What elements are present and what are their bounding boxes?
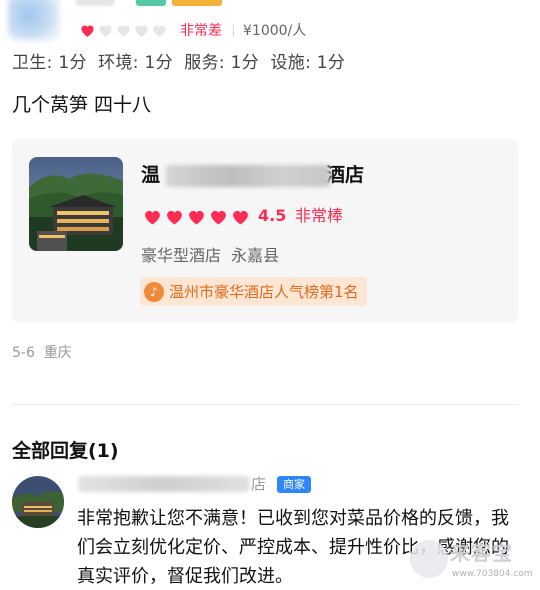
watermark-url: www.703804.com (452, 569, 533, 579)
douyin-icon: ♪ (144, 281, 164, 302)
hotel-thumbnail[interactable] (29, 157, 123, 251)
hotel-photo-image (29, 157, 123, 251)
merchant-avatar-image (12, 476, 64, 528)
replies-title: 全部回复(1) (12, 440, 119, 462)
heart-filled-icon (167, 210, 182, 225)
section-divider (12, 404, 518, 405)
heart-empty-icon (99, 25, 112, 37)
heart-filled-icon (233, 210, 248, 225)
reviewer-level-badge (136, 0, 166, 6)
hotel-name-prefix: 温 (141, 164, 161, 186)
hotel-name-suffix: 酒店 (326, 164, 365, 186)
merchant-badge: 商家 (277, 476, 311, 493)
reviewer-group-badge (172, 0, 222, 6)
review-subscores: 卫生: 1分 环境: 1分 服务: 1分 设施: 1分 (12, 53, 346, 73)
merchant-avatar[interactable] (12, 476, 64, 528)
watermark-logo-icon (410, 540, 448, 578)
heart-empty-icon (135, 25, 148, 37)
merchant-name-tail: 店 (251, 475, 267, 493)
review-rating-hearts (80, 21, 167, 41)
hotel-type-location: 豪华型酒店 永嘉县 (141, 246, 280, 265)
hotel-score-word: 非常棒 (295, 206, 344, 225)
hotel-rating-hearts (143, 206, 250, 228)
heart-filled-icon (189, 210, 204, 225)
review-date-location: 5-6 重庆 (12, 345, 72, 361)
hotel-score: 4.5 (258, 206, 287, 225)
heart-filled-icon (145, 210, 160, 225)
merchant-name-blurred[interactable] (78, 476, 250, 492)
heart-empty-icon (153, 25, 166, 37)
heart-empty-icon (117, 25, 130, 37)
watermark-text: 来客宝 (450, 541, 513, 565)
heart-filled-icon (81, 25, 94, 37)
hotel-rank-text: 温州市豪华酒店人气榜第1名 (169, 282, 359, 301)
hotel-name-blurred (166, 165, 330, 187)
price-per-person: ¥1000/人 (243, 23, 307, 39)
watermark: 来客宝 www.703804.com (410, 538, 533, 584)
divider (233, 25, 234, 37)
review-text: 几个莴笋 四十八 (12, 94, 152, 116)
review-rating-word: 非常差 (180, 23, 222, 39)
hotel-rank-badge[interactable]: ♪ 温州市豪华酒店人气榜第1名 (140, 277, 367, 306)
heart-filled-icon (211, 210, 226, 225)
reviewer-avatar[interactable] (8, 0, 60, 40)
reviewer-name-blurred[interactable] (76, 0, 114, 6)
